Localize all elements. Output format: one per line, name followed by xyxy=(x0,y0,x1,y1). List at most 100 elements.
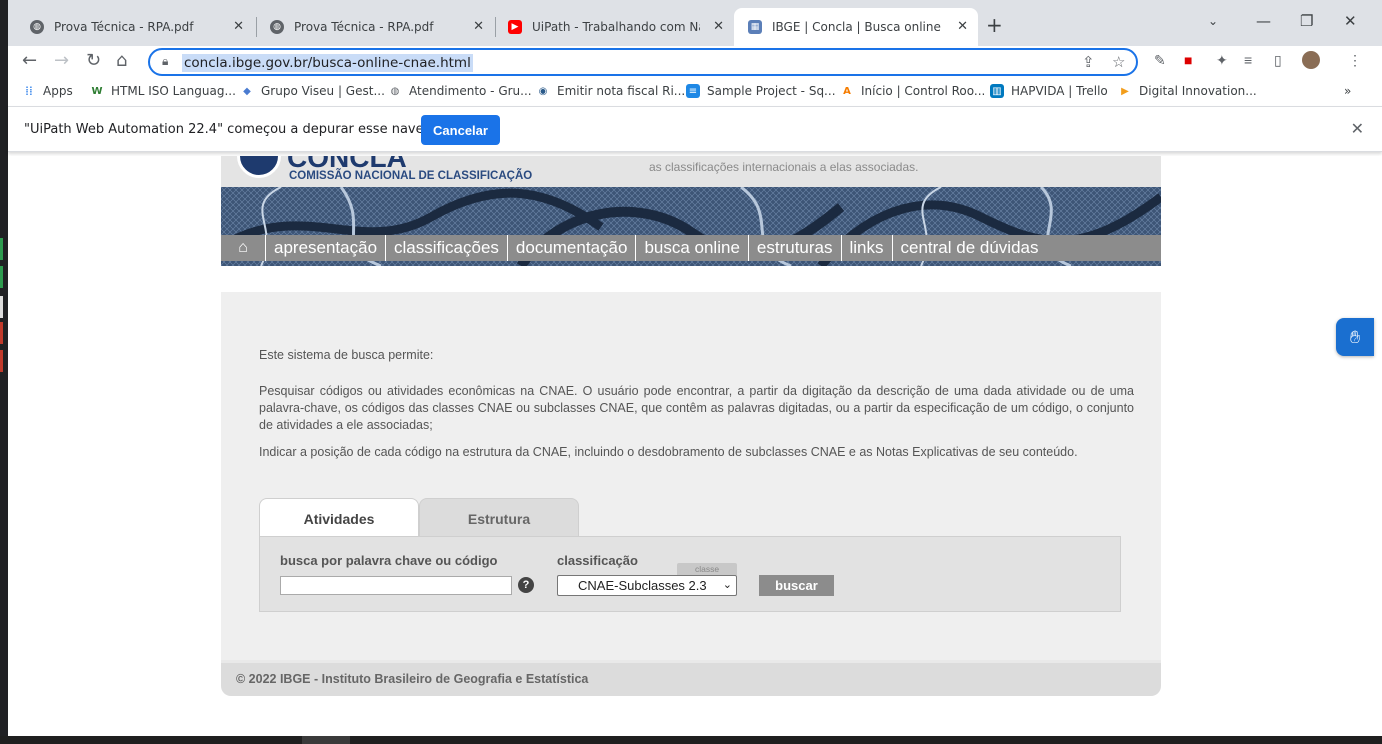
bookmark-label: Apps xyxy=(43,84,73,98)
tab-atividades[interactable]: Atividades xyxy=(259,498,419,538)
classe-tag: classe xyxy=(677,563,737,575)
nav-busca-online[interactable]: busca online xyxy=(636,235,749,261)
bookmark-label: Sample Project - Sq... xyxy=(707,84,836,98)
taskbar-active-app[interactable] xyxy=(302,736,350,744)
uipath-icon: A xyxy=(843,85,851,97)
globe-icon: ◍ xyxy=(270,20,284,34)
infobar-message: "UiPath Web Automation 22.4" começou a d… xyxy=(24,122,462,137)
main-content: Este sistema de busca permite: Pesquisar… xyxy=(221,292,1161,660)
new-tab-button[interactable]: + xyxy=(986,13,1003,37)
share-icon[interactable]: ⇪ xyxy=(1082,53,1095,71)
close-tab-icon[interactable]: ✕ xyxy=(713,19,724,34)
lock-icon: 🔒︎ xyxy=(162,54,169,68)
classification-label: classificação xyxy=(557,553,638,568)
puzzle-icon[interactable]: ✦ xyxy=(1216,52,1228,69)
youtube-extension-icon[interactable]: ■ xyxy=(1184,52,1192,68)
nav-apresentacao[interactable]: apresentação xyxy=(266,235,387,261)
description-paragraph-1: Pesquisar códigos ou atividades econômic… xyxy=(259,384,1134,432)
bookmark-digital-innovation[interactable]: ▶ Digital Innovation... xyxy=(1118,84,1257,98)
home-icon[interactable]: ⌂ xyxy=(116,50,127,71)
bookmark-label: Atendimento - Gru... xyxy=(409,84,532,98)
bookmark-atendimento[interactable]: ◍ Atendimento - Gru... xyxy=(388,84,532,98)
bookmark-label: Digital Innovation... xyxy=(1139,84,1257,98)
tab-title: Prova Técnica - RPA.pdf xyxy=(294,20,434,34)
site-tagline: as classificações internacionais a elas … xyxy=(649,160,919,174)
tab-title: IBGE | Concla | Busca online xyxy=(772,20,941,34)
bookmark-apps[interactable]: ⁞⁞ Apps xyxy=(22,84,73,98)
nav-documentacao[interactable]: documentação xyxy=(508,235,637,261)
stack-icon: ≡ xyxy=(686,84,700,98)
profile-avatar[interactable] xyxy=(1302,51,1320,69)
globe-icon: ◉ xyxy=(538,85,548,97)
nav-estruturas[interactable]: estruturas xyxy=(749,235,842,261)
intro-text: Este sistema de busca permite: xyxy=(259,348,434,362)
tab-title: Prova Técnica - RPA.pdf xyxy=(54,20,194,34)
menu-kebab-icon[interactable]: ⋮ xyxy=(1348,52,1362,69)
minimize-icon[interactable]: — xyxy=(1256,12,1271,30)
home-icon[interactable]: ⌂ xyxy=(221,235,266,261)
concla-logo-icon xyxy=(237,156,281,178)
tab-search-chevron-icon[interactable]: ⌄ xyxy=(1208,14,1218,28)
window-close-icon[interactable]: ✕ xyxy=(1344,12,1357,30)
close-tab-icon[interactable]: ✕ xyxy=(957,19,968,34)
site-logo-subtitle: COMISSÃO NACIONAL DE CLASSIFICAÇÃO xyxy=(289,170,533,182)
site-header: CONCLA COMISSÃO NACIONAL DE CLASSIFICAÇÃ… xyxy=(221,156,1161,187)
bookmark-label: Emitir nota fiscal Ri... xyxy=(557,84,686,98)
bookmark-html-iso[interactable]: W HTML ISO Languag... xyxy=(90,84,235,98)
bookmark-grupo-viseu[interactable]: ◆ Grupo Viseu | Gest... xyxy=(240,84,385,98)
concla-site: CONCLA COMISSÃO NACIONAL DE CLASSIFICAÇÃ… xyxy=(221,156,1161,696)
browser-tab-3[interactable]: ▶ UiPath - Trabalhando com Naveg ✕ xyxy=(494,8,734,46)
browser-tab-1[interactable]: ◍ Prova Técnica - RPA.pdf ✕ xyxy=(16,8,254,46)
youtube-icon: ▶ xyxy=(508,20,522,34)
nav-links[interactable]: links xyxy=(842,235,893,261)
web-page: CONCLA COMISSÃO NACIONAL DE CLASSIFICAÇÃ… xyxy=(8,156,1382,736)
infobar-close-icon[interactable]: ✕ xyxy=(1351,119,1364,139)
back-arrow-icon[interactable]: ← xyxy=(22,50,37,71)
nav-classificacoes[interactable]: classificações xyxy=(386,235,508,261)
vlibras-accessibility-icon[interactable]: ✋︎ xyxy=(1336,318,1374,356)
bookmark-label: HAPVIDA | Trello xyxy=(1011,84,1108,98)
bookmark-control-room[interactable]: A Início | Control Roo... xyxy=(840,84,985,98)
tab-estrutura[interactable]: Estrutura xyxy=(419,498,579,538)
bookmark-hapvida-trello[interactable]: ▥ HAPVIDA | Trello xyxy=(990,84,1108,98)
help-icon[interactable]: ? xyxy=(518,577,534,593)
bookmark-sample-project[interactable]: ≡ Sample Project - Sq... xyxy=(686,84,836,98)
keyword-input[interactable] xyxy=(280,576,512,595)
chevron-down-icon: ⌄ xyxy=(722,579,732,591)
bookmark-label: Início | Control Roo... xyxy=(861,84,986,98)
keyword-label: busca por palavra chave ou código xyxy=(280,553,498,568)
side-panel-icon[interactable]: ▯ xyxy=(1274,52,1282,69)
cancel-debug-button[interactable]: Cancelar xyxy=(421,115,500,145)
browser-tab-active[interactable]: ▦ IBGE | Concla | Busca online ✕ xyxy=(734,8,978,46)
browser-tab-2[interactable]: ◍ Prova Técnica - RPA.pdf ✕ xyxy=(256,8,494,46)
bookmarks-bar: ⁞⁞ Apps W HTML ISO Languag... ◆ Grupo Vi… xyxy=(8,78,1382,106)
w3-icon: W xyxy=(91,85,103,97)
forward-arrow-icon[interactable]: → xyxy=(54,50,69,71)
tab-strip: ◍ Prova Técnica - RPA.pdf ✕ ◍ Prova Técn… xyxy=(8,0,1382,46)
footer-copyright: © 2022 IBGE - Instituto Brasileiro de Ge… xyxy=(236,672,589,686)
buscar-button[interactable]: buscar xyxy=(759,575,834,596)
close-tab-icon[interactable]: ✕ xyxy=(233,19,244,34)
viseu-icon: ◆ xyxy=(243,85,251,97)
address-bar[interactable]: 🔒︎ concla.ibge.gov.br/busca-online-cnae.… xyxy=(148,48,1138,76)
toolbar: ← → ↻ ⌂ 🔒︎ concla.ibge.gov.br/busca-onli… xyxy=(8,46,1382,78)
tab-title: UiPath - Trabalhando com Naveg xyxy=(532,20,700,34)
bookmark-star-icon[interactable]: ☆ xyxy=(1112,53,1125,71)
url-text[interactable]: concla.ibge.gov.br/busca-online-cnae.htm… xyxy=(182,54,473,72)
bookmark-nota-fiscal[interactable]: ◉ Emitir nota fiscal Ri... xyxy=(536,84,686,98)
restore-icon[interactable]: ❐ xyxy=(1300,12,1313,30)
apps-grid-icon: ⁞⁞ xyxy=(25,84,33,98)
search-panel: busca por palavra chave ou código ? clas… xyxy=(259,536,1121,612)
classification-select[interactable]: CNAE-Subclasses 2.3 ⌄ xyxy=(557,575,737,596)
media-icon[interactable]: ≡ xyxy=(1244,52,1252,68)
extension-icon[interactable]: ✎ xyxy=(1154,52,1166,69)
site-nav: ⌂ apresentação classificações documentaç… xyxy=(221,235,1161,261)
reload-icon[interactable]: ↻ xyxy=(86,50,101,71)
dio-icon: ▶ xyxy=(1121,85,1129,97)
bookmarks-overflow-icon[interactable]: » xyxy=(1344,84,1351,98)
nav-central-de-duvidas[interactable]: central de dúvidas xyxy=(893,235,1047,261)
taskbar xyxy=(0,736,1382,744)
bookmark-label: Grupo Viseu | Gest... xyxy=(261,84,385,98)
close-tab-icon[interactable]: ✕ xyxy=(473,19,484,34)
screen: ◍ Prova Técnica - RPA.pdf ✕ ◍ Prova Técn… xyxy=(0,0,1382,744)
